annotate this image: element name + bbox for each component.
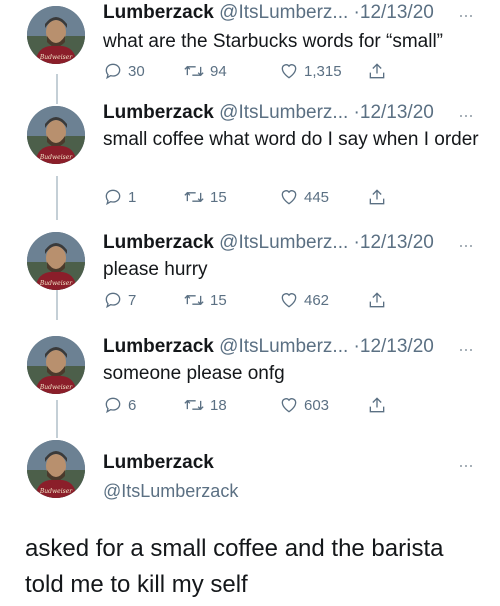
author-name[interactable]: Lumberzack: [103, 452, 214, 474]
avatar-shirt-text: Budweiser: [39, 384, 73, 391]
tweet[interactable]: Budweiser Lumberzack @ItsLumberz... ·12/…: [0, 330, 500, 430]
tweet-header: Lumberzack @ItsLumberz... ·12/13/20: [103, 2, 434, 24]
like-count: 445: [304, 188, 330, 206]
reply-count: 1: [128, 188, 137, 206]
author-handle[interactable]: @ItsLumberz...: [219, 102, 348, 123]
retweet-icon: [184, 294, 204, 306]
share-icon: [369, 292, 385, 308]
tweet-text: please hurry: [103, 259, 208, 280]
tweet[interactable]: Budweiser Lumberzack @ItsLumberz... ·12/…: [0, 100, 500, 222]
avatar-shirt-text: Budweiser: [39, 488, 73, 495]
like-count: 603: [304, 396, 330, 414]
avatar[interactable]: Budweiser: [27, 440, 85, 498]
like-icon: [281, 293, 297, 308]
author-name[interactable]: Lumberzack: [103, 102, 214, 123]
share-button[interactable]: [367, 186, 387, 208]
tweet-header: Lumberzack @ItsLumberz... ·12/13/20: [103, 336, 434, 358]
more-icon[interactable]: ···: [458, 106, 474, 124]
like-icon: [281, 398, 297, 413]
like-button[interactable]: 462: [279, 289, 329, 311]
reply-count: 30: [128, 62, 145, 80]
tweet-text: small coffee what word do I say when I o…: [103, 129, 479, 150]
author-name[interactable]: Lumberzack: [103, 232, 214, 253]
avatar[interactable]: Budweiser: [27, 336, 85, 394]
retweet-button[interactable]: 15: [183, 289, 227, 311]
like-icon: [281, 64, 297, 79]
tweet-text: what are the Starbucks words for “small”: [103, 31, 444, 52]
reply-button[interactable]: 1: [103, 186, 136, 208]
avatar-shirt-text: Budweiser: [39, 154, 73, 161]
share-icon: [369, 189, 385, 205]
tweet-actions: 30 94 1,315: [103, 60, 403, 82]
share-icon: [369, 63, 385, 79]
tweet-date[interactable]: ·12/13/20: [354, 102, 434, 123]
share-icon: [369, 397, 385, 413]
author-name[interactable]: Lumberzack: [103, 2, 214, 23]
author-handle[interactable]: @ItsLumberz...: [219, 2, 348, 23]
main-tweet-text: asked for a small coffee and the barista…: [25, 535, 444, 598]
retweet-count: 15: [210, 291, 227, 309]
reply-button[interactable]: 7: [103, 289, 136, 311]
avatar-image: Budweiser: [27, 232, 85, 290]
share-button[interactable]: [367, 394, 387, 416]
reply-icon: [105, 189, 121, 206]
like-count: 1,315: [304, 62, 342, 80]
avatar-image: Budweiser: [27, 440, 85, 498]
tweet-text: someone please onfg: [103, 363, 285, 384]
reply-icon: [105, 292, 121, 309]
author-handle[interactable]: @ItsLumberz...: [219, 232, 348, 253]
share-button[interactable]: [367, 60, 387, 82]
author-handle[interactable]: @ItsLumberzack: [103, 480, 238, 502]
tweet-date[interactable]: ·12/13/20: [354, 336, 434, 357]
retweet-button[interactable]: 94: [183, 60, 227, 82]
like-button[interactable]: 445: [279, 186, 329, 208]
reply-count: 7: [128, 291, 137, 309]
reply-button[interactable]: 30: [103, 60, 145, 82]
more-icon[interactable]: ···: [458, 340, 474, 358]
tweet-actions: 7 15 462: [103, 289, 403, 311]
avatar-image: Budweiser: [27, 336, 85, 394]
retweet-button[interactable]: 15: [183, 186, 227, 208]
avatar-image: Budweiser: [27, 6, 85, 64]
reply-count: 6: [128, 396, 137, 414]
tweet[interactable]: Budweiser Lumberzack @ItsLumberz... ·12/…: [0, 226, 500, 326]
share-button[interactable]: [367, 289, 387, 311]
tweet-actions: 1 15 445: [103, 186, 403, 208]
author-name[interactable]: Lumberzack: [103, 336, 214, 357]
retweet-icon: [184, 399, 204, 411]
retweet-button[interactable]: 18: [183, 394, 227, 416]
more-icon[interactable]: ···: [458, 236, 474, 254]
like-button[interactable]: 1,315: [279, 60, 342, 82]
retweet-count: 18: [210, 396, 227, 414]
avatar[interactable]: Budweiser: [27, 6, 85, 64]
tweet-header: Lumberzack @ItsLumberz... ·12/13/20: [103, 102, 434, 124]
avatar[interactable]: Budweiser: [27, 106, 85, 164]
retweet-icon: [184, 65, 204, 77]
reply-icon: [105, 63, 121, 80]
reply-icon: [105, 397, 121, 414]
avatar-shirt-text: Budweiser: [39, 54, 73, 61]
more-icon[interactable]: ···: [458, 6, 474, 24]
author-handle[interactable]: @ItsLumberz...: [219, 336, 348, 357]
avatar-image: Budweiser: [27, 106, 85, 164]
avatar-shirt-text: Budweiser: [39, 280, 73, 287]
retweet-count: 15: [210, 188, 227, 206]
like-count: 462: [304, 291, 330, 309]
retweet-count: 94: [210, 62, 227, 80]
tweet-date[interactable]: ·12/13/20: [354, 2, 434, 23]
retweet-icon: [184, 191, 204, 203]
tweet[interactable]: Budweiser Lumberzack @ItsLumberz... ·12/…: [0, 0, 500, 100]
like-button[interactable]: 603: [279, 394, 329, 416]
tweet-header: Lumberzack @ItsLumberz... ·12/13/20: [103, 232, 434, 254]
more-icon[interactable]: ···: [458, 456, 474, 474]
tweet-actions: 6 18 603: [103, 394, 403, 416]
avatar[interactable]: Budweiser: [27, 232, 85, 290]
reply-button[interactable]: 6: [103, 394, 136, 416]
like-icon: [281, 190, 297, 205]
tweet-date[interactable]: ·12/13/20: [354, 232, 434, 253]
